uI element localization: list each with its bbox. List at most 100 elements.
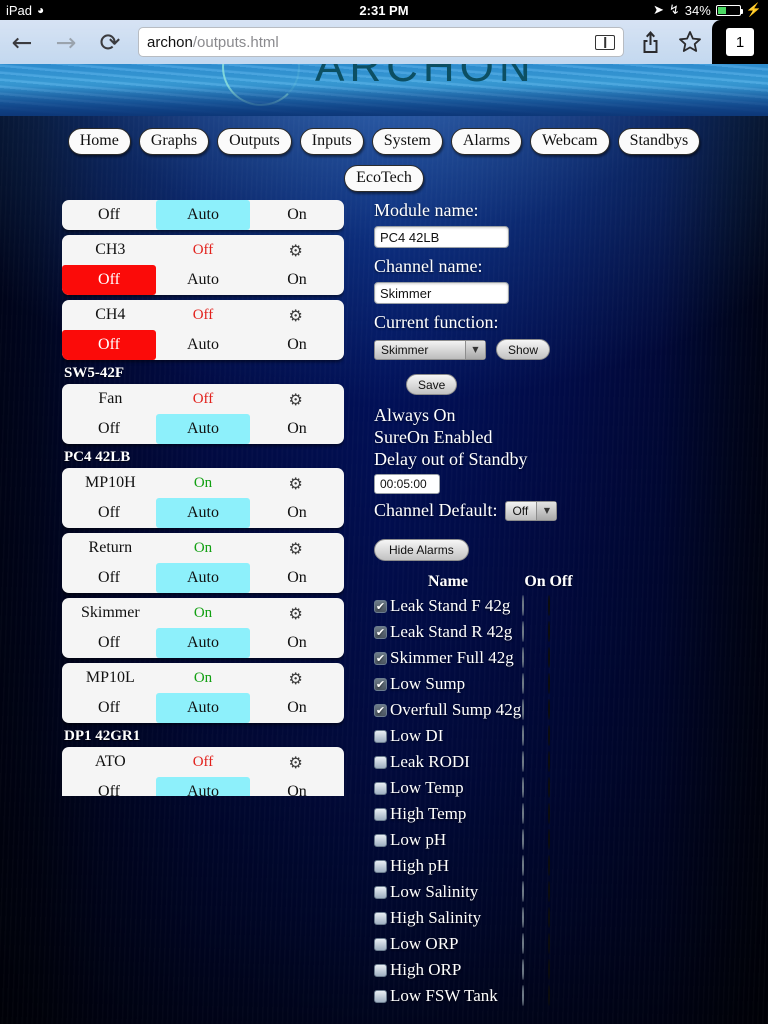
channel-list[interactable]: Off Auto On CH3 Off ⚙ Off Auto On CH4 Off ⚙ Off Auto O… [62,200,344,796]
channel-on-button[interactable]: On [250,777,344,796]
alarm-on-radio[interactable] [522,855,524,876]
alarm-on-radio[interactable] [522,777,524,798]
alarm-on-radio[interactable] [522,751,524,772]
alarm-off-radio[interactable] [548,673,550,694]
channel-off-button[interactable]: Off [62,628,156,658]
alarm-on-radio[interactable] [522,647,524,668]
channel-auto-button[interactable]: Auto [156,498,250,528]
alarm-off-radio[interactable] [548,855,550,876]
alarm-enabled-checkbox[interactable] [374,833,387,847]
reader-view-icon[interactable] [595,34,615,50]
delay-time-input[interactable]: 00:05:00 [374,474,440,494]
channel-auto-button[interactable]: Auto [156,200,250,230]
gear-icon[interactable]: ⚙ [249,306,342,325]
alarm-enabled-checkbox[interactable] [374,703,387,717]
channel-on-button[interactable]: On [250,693,344,723]
nav-tab-graphs[interactable]: Graphs [138,128,210,155]
nav-tab-home[interactable]: Home [67,128,131,155]
gear-icon[interactable]: ⚙ [249,604,342,623]
alarm-enabled-checkbox[interactable] [374,911,387,925]
alarm-on-radio[interactable] [522,725,524,746]
alarm-enabled-checkbox[interactable] [374,807,387,821]
nav-tab-inputs[interactable]: Inputs [299,128,364,155]
alarm-on-radio[interactable] [522,673,524,694]
gear-icon[interactable]: ⚙ [249,241,342,260]
alarm-enabled-checkbox[interactable] [374,755,387,769]
alarm-enabled-checkbox[interactable] [374,625,387,639]
alarm-enabled-checkbox[interactable] [374,781,387,795]
channel-auto-button[interactable]: Auto [156,777,250,796]
channel-off-button[interactable]: Off [62,265,156,295]
channel-off-button[interactable]: Off [62,498,156,528]
alarm-on-radio[interactable] [522,959,524,980]
reload-icon[interactable]: ⟳ [88,20,132,64]
gear-icon[interactable]: ⚙ [249,390,342,409]
alarm-off-radio[interactable] [548,933,550,954]
alarm-on-radio[interactable] [522,985,524,1006]
module-name-input[interactable]: PC4 42LB [374,226,509,248]
alarm-off-radio[interactable] [548,751,550,772]
channel-auto-button[interactable]: Auto [156,563,250,593]
alarm-off-radio[interactable] [548,725,550,746]
alarm-off-radio[interactable] [548,699,550,720]
alarm-on-radio[interactable] [522,699,524,720]
channel-on-button[interactable]: On [250,265,344,295]
alarm-on-radio[interactable] [522,933,524,954]
alarm-on-radio[interactable] [522,595,524,616]
tab-count-button[interactable]: 1 [712,20,768,64]
show-button[interactable]: Show [496,339,551,360]
alarm-off-radio[interactable] [548,621,550,642]
alarm-enabled-checkbox[interactable] [374,885,387,899]
hide-alarms-button[interactable]: Hide Alarms [374,539,469,561]
address-bar[interactable]: archon/outputs.html [138,27,624,57]
channel-auto-button[interactable]: Auto [156,414,250,444]
channel-on-button[interactable]: On [250,628,344,658]
nav-tab-ecotech[interactable]: EcoTech [344,165,424,192]
channel-off-button[interactable]: Off [62,693,156,723]
alarm-enabled-checkbox[interactable] [374,937,387,951]
alarm-off-radio[interactable] [548,959,550,980]
channel-on-button[interactable]: On [250,498,344,528]
alarm-off-radio[interactable] [548,907,550,928]
gear-icon[interactable]: ⚙ [249,539,342,558]
channel-name-input[interactable]: Skimmer [374,282,509,304]
channel-off-button[interactable]: Off [62,200,156,230]
channel-off-button[interactable]: Off [62,563,156,593]
alarm-off-radio[interactable] [548,777,550,798]
alarm-on-radio[interactable] [522,829,524,850]
nav-tab-outputs[interactable]: Outputs [217,128,292,155]
gear-icon[interactable]: ⚙ [249,669,342,688]
alarm-on-radio[interactable] [522,621,524,642]
alarm-enabled-checkbox[interactable] [374,599,387,613]
channel-on-button[interactable]: On [250,330,344,360]
channel-auto-button[interactable]: Auto [156,265,250,295]
channel-default-select[interactable]: Off ▼ [505,500,558,521]
alarm-enabled-checkbox[interactable] [374,963,387,977]
nav-tab-webcam[interactable]: Webcam [529,128,610,155]
forward-arrow-icon[interactable]: → [44,20,88,64]
alarm-enabled-checkbox[interactable] [374,677,387,691]
nav-tab-standbys[interactable]: Standbys [617,128,701,155]
channel-off-button[interactable]: Off [62,330,156,360]
alarm-enabled-checkbox[interactable] [374,859,387,873]
share-icon[interactable] [630,20,670,64]
alarm-enabled-checkbox[interactable] [374,651,387,665]
save-button[interactable]: Save [406,374,458,395]
alarm-off-radio[interactable] [548,803,550,824]
alarm-on-radio[interactable] [522,907,524,928]
alarm-off-radio[interactable] [548,829,550,850]
gear-icon[interactable]: ⚙ [249,753,342,772]
alarm-off-radio[interactable] [548,647,550,668]
gear-icon[interactable]: ⚙ [249,474,342,493]
nav-tab-system[interactable]: System [371,128,443,155]
channel-off-button[interactable]: Off [62,414,156,444]
nav-tab-alarms[interactable]: Alarms [450,128,522,155]
alarm-off-radio[interactable] [548,881,550,902]
current-function-select[interactable]: Skimmer ▼ [374,339,486,360]
alarm-off-radio[interactable] [548,985,550,1006]
alarm-on-radio[interactable] [522,881,524,902]
channel-on-button[interactable]: On [250,200,344,230]
alarm-enabled-checkbox[interactable] [374,729,387,743]
back-arrow-icon[interactable]: ← [0,20,44,64]
channel-auto-button[interactable]: Auto [156,330,250,360]
